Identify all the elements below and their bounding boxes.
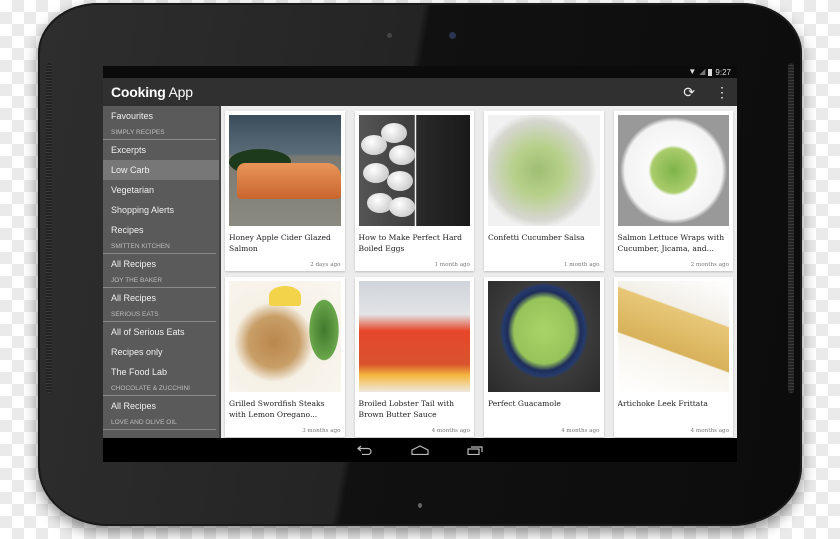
drawer-section-header: Chocolate & Zucchini: [103, 382, 216, 396]
status-time: 9:27: [715, 67, 731, 77]
signal-icon: ◢: [699, 67, 706, 76]
drawer-item[interactable]: All Recipes: [103, 288, 219, 308]
drawer-item[interactable]: Shopping Alerts: [103, 200, 219, 220]
drawer-item[interactable]: Favourites: [103, 106, 219, 126]
drawer-section-header: Love and Olive Oil: [103, 416, 216, 430]
salmon-fillet: [237, 163, 341, 199]
recipe-timestamp: 3 months ago: [302, 428, 341, 434]
recipe-timestamp: 1 month ago: [434, 262, 470, 268]
recipe-image[interactable]: [617, 281, 729, 392]
drawer-item[interactable]: Vegetarian: [103, 180, 219, 200]
wifi-icon: ▼: [688, 67, 697, 76]
navigation-bar: [103, 438, 737, 462]
recipe-title: Artichoke Leek Frittata: [617, 399, 708, 408]
oregano-sprig: [307, 295, 341, 365]
drawer-item[interactable]: All Recipes: [103, 254, 219, 274]
recipe-image[interactable]: [229, 115, 341, 226]
refresh-icon[interactable]: ⟳: [683, 84, 695, 101]
drawer-item[interactable]: All of Serious Eats: [103, 322, 219, 342]
drawer-section-header: Simply Recipes: [103, 126, 216, 140]
egg: [388, 197, 415, 217]
recipe-title: Salmon Lettuce Wraps with Cucumber, Jica…: [617, 233, 725, 253]
recipe-timestamp: 1 month ago: [563, 262, 600, 268]
recipe-card[interactable]: Grilled Swordfish Steaks with Lemon Oreg…: [225, 277, 345, 437]
navigation-drawer: Favourites Simply Recipes Excerpts Low Carb…: [103, 106, 221, 438]
recipe-title: Honey Apple Cider Glazed Salmon: [229, 233, 331, 253]
action-bar: Cooking App ⟳ ⋮: [103, 78, 737, 106]
speaker-grille-left: [46, 63, 52, 393]
front-camera: [449, 32, 456, 39]
recipe-timestamp: 2 days ago: [310, 262, 341, 268]
egg: [380, 123, 407, 143]
egg: [388, 145, 415, 165]
egg: [386, 171, 413, 191]
recipe-image[interactable]: [358, 281, 470, 392]
recipe-title: Confetti Cucumber Salsa: [488, 233, 585, 242]
recipe-card[interactable]: Honey Apple Cider Glazed Salmon 2 days ag…: [225, 111, 345, 271]
home-icon[interactable]: [411, 445, 429, 455]
drawer-item[interactable]: Low Carb: [103, 160, 219, 180]
recipe-timestamp: 2 months ago: [690, 262, 729, 268]
recipe-card[interactable]: Salmon Lettuce Wraps with Cucumber, Jica…: [613, 111, 733, 271]
more-vertical-icon[interactable]: ⋮: [715, 84, 729, 101]
app-title-bold: Cooking: [111, 84, 166, 100]
drawer-item[interactable]: Excerpts: [103, 140, 219, 160]
recipe-image[interactable]: [617, 115, 729, 226]
recipe-timestamp: 4 months ago: [431, 428, 470, 434]
recipe-image[interactable]: [488, 281, 600, 392]
app-title: Cooking App: [111, 84, 193, 100]
recipe-card[interactable]: Broiled Lobster Tail with Brown Butter S…: [354, 277, 474, 437]
recipe-timestamp: 4 months ago: [690, 428, 729, 434]
notification-led: [418, 503, 422, 508]
drawer-section-header: Smitten Kitchen: [103, 240, 216, 254]
recipe-image[interactable]: [488, 115, 600, 226]
recipe-card[interactable]: Artichoke Leek Frittata 4 months ago: [613, 277, 733, 437]
recipe-title: Broiled Lobster Tail with Brown Butter S…: [358, 399, 455, 419]
recipe-card[interactable]: How to Make Perfect Hard Boiled Eggs 1 mo…: [354, 111, 474, 271]
drawer-item[interactable]: The Food Lab: [103, 362, 219, 382]
recipe-image[interactable]: [229, 281, 341, 392]
lemon-slice: [269, 286, 301, 306]
egg: [362, 163, 389, 183]
battery-icon: [708, 68, 713, 76]
drawer-item[interactable]: All Recipes: [103, 396, 219, 416]
recipe-title: Grilled Swordfish Steaks with Lemon Oreg…: [229, 399, 325, 419]
recents-icon[interactable]: [467, 445, 483, 455]
drawer-item[interactable]: Recipes only: [103, 342, 219, 362]
back-icon[interactable]: [357, 445, 373, 455]
recipe-card[interactable]: Confetti Cucumber Salsa 1 month ago: [484, 111, 604, 271]
speaker-grille-right: [788, 63, 794, 393]
drawer-item[interactable]: Recipes: [103, 220, 219, 240]
recipe-grid: Honey Apple Cider Glazed Salmon 2 days ag…: [221, 106, 737, 438]
status-bar: ▼ ◢ 9:27: [103, 66, 737, 78]
recipe-card[interactable]: Perfect Guacamole 4 months ago: [484, 277, 604, 437]
recipe-image[interactable]: [358, 115, 470, 226]
recipe-timestamp: 4 months ago: [561, 428, 600, 434]
light-sensor: [387, 33, 392, 38]
recipe-title: Perfect Guacamole: [488, 399, 561, 408]
screen: ▼ ◢ 9:27 Cooking App ⟳ ⋮ Favourites Simpl…: [103, 66, 737, 462]
drawer-section-header: Joy the Baker: [103, 274, 216, 288]
egg: [366, 193, 393, 213]
app-title-rest: App: [168, 84, 194, 100]
recipe-title: How to Make Perfect Hard Boiled Eggs: [358, 233, 463, 253]
drawer-section-header: Serious Eats: [103, 308, 216, 322]
